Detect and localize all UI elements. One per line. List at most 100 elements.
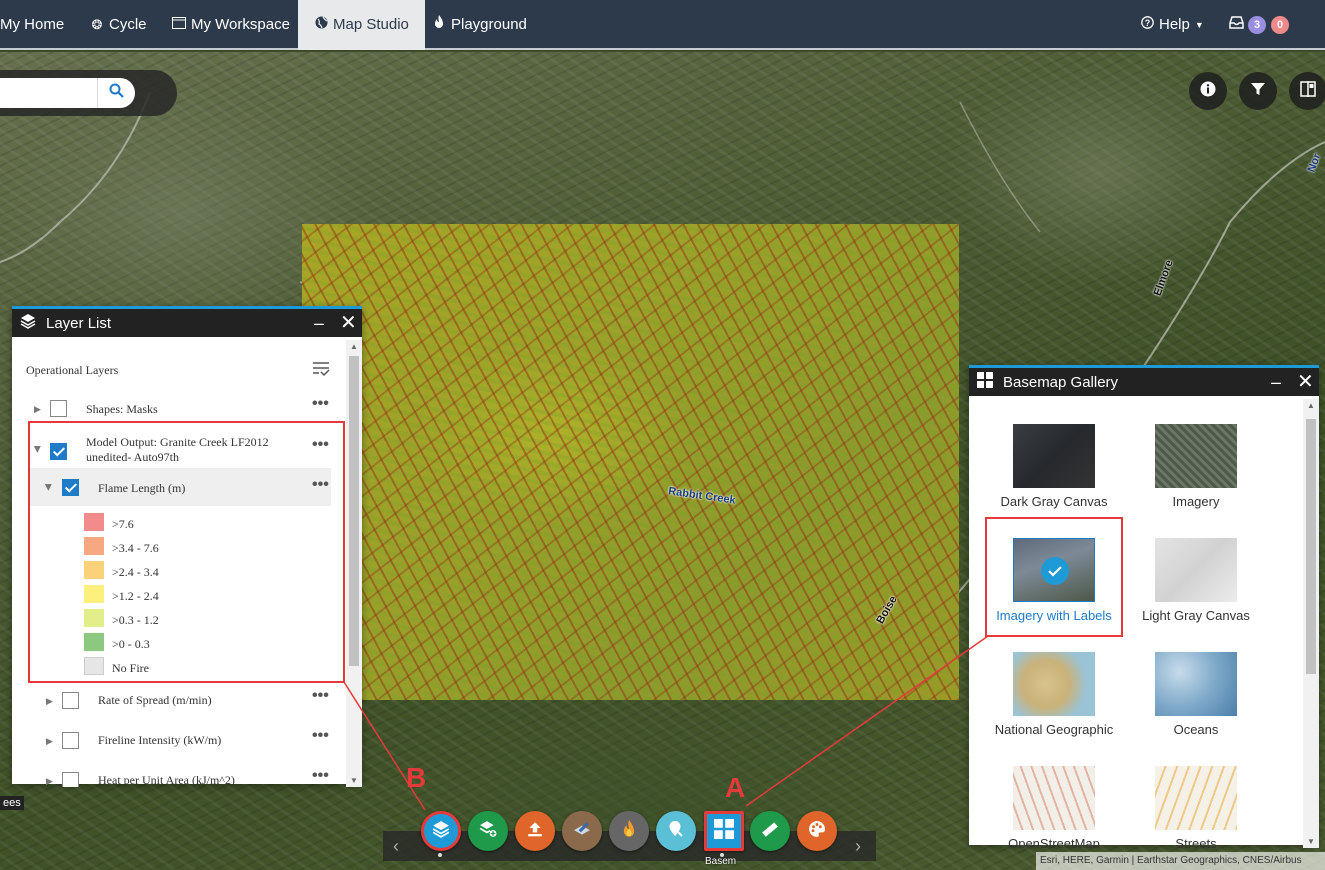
- layer-label: Fireline Intensity (kW/m): [98, 733, 222, 747]
- basemap-scrollbar[interactable]: ▲ ▼: [1303, 399, 1319, 848]
- minimize-button[interactable]: –: [1271, 368, 1281, 396]
- inbox-badge-purple: 3: [1248, 16, 1266, 34]
- help-label: Help: [1159, 16, 1190, 33]
- callout-letter-b: B: [406, 762, 427, 793]
- svg-text:?: ?: [1144, 18, 1150, 28]
- search-icon: [109, 83, 124, 103]
- caret-right-icon[interactable]: ▶: [46, 736, 53, 747]
- search-button[interactable]: [97, 78, 135, 108]
- measure-tool-button[interactable]: [750, 811, 790, 851]
- callout-box-basemap: [985, 517, 1123, 637]
- more-icon[interactable]: •••: [312, 395, 329, 413]
- layer-row-fireline-intensity[interactable]: ▶ Fireline Intensity (kW/m) •••: [12, 727, 346, 754]
- basemap-label: Oceans: [1173, 722, 1219, 737]
- top-nav-bar: My Home ❂ Cycle My Workspace Map Studio …: [0, 0, 1325, 50]
- map-pin-icon: [668, 820, 684, 843]
- basemap-openstreetmap[interactable]: OpenStreetMap: [983, 766, 1125, 848]
- grid-icon: [977, 372, 993, 392]
- nav-playground[interactable]: Playground: [432, 0, 527, 50]
- basemap-national-geographic[interactable]: National Geographic: [983, 652, 1125, 737]
- inbox-badge-red: 0: [1271, 16, 1289, 34]
- layer-label: Heat per Unit Area (kJ/m^2): [98, 773, 235, 787]
- nav-my-workspace[interactable]: My Workspace: [172, 0, 290, 50]
- basemap-gallery-title: Basemap Gallery: [1003, 373, 1119, 391]
- more-icon[interactable]: •••: [312, 767, 329, 785]
- map-tooltip-trees: ees: [0, 796, 24, 810]
- basemap-thumbnail: [1155, 652, 1237, 716]
- upload-tool-button[interactable]: [515, 811, 555, 851]
- layer-checkbox[interactable]: [50, 400, 67, 417]
- inbox-button[interactable]: 3 0: [1229, 0, 1289, 50]
- basemap-thumbnail: [1013, 424, 1095, 488]
- nav-playground-label: Playground: [451, 16, 527, 33]
- active-indicator-dot: [438, 853, 442, 857]
- basemap-label: Imagery: [1172, 494, 1220, 509]
- minimize-button[interactable]: –: [314, 309, 324, 337]
- cycle-icon: ❂: [91, 17, 103, 32]
- palette-tool-button[interactable]: [797, 811, 837, 851]
- layer-row-shapes-masks[interactable]: ▶ Shapes: Masks •••: [12, 395, 346, 422]
- scrollbar-thumb[interactable]: [1306, 419, 1316, 674]
- basemap-dark-gray-canvas[interactable]: Dark Gray Canvas: [983, 424, 1125, 509]
- basemap-streets[interactable]: Streets: [1125, 766, 1267, 848]
- help-menu[interactable]: ? Help ▼: [1140, 0, 1204, 50]
- info-button[interactable]: [1189, 72, 1227, 110]
- nav-my-workspace-label: My Workspace: [191, 16, 290, 33]
- inbox-icon: [1229, 0, 1244, 50]
- basemap-thumbnail: [1013, 766, 1095, 830]
- close-button[interactable]: ✕: [340, 309, 357, 337]
- nav-map-studio[interactable]: Map Studio: [298, 0, 425, 50]
- layer-list-tool-button[interactable]: [421, 811, 461, 851]
- layer-checkbox[interactable]: [62, 772, 79, 787]
- scroll-up-icon[interactable]: ▲: [350, 342, 358, 351]
- more-icon[interactable]: •••: [312, 687, 329, 705]
- layer-list-scrollbar[interactable]: ▲ ▼: [346, 340, 362, 787]
- close-button[interactable]: ✕: [1297, 368, 1314, 396]
- scroll-down-icon[interactable]: ▼: [1307, 837, 1315, 846]
- fire-model-overlay: [302, 224, 959, 700]
- basemap-gallery-header: Basemap Gallery – ✕: [969, 368, 1319, 396]
- more-icon[interactable]: •••: [312, 727, 329, 745]
- caret-down-icon: ▼: [1194, 20, 1204, 30]
- question-circle-icon: ?: [1140, 0, 1154, 50]
- search-input[interactable]: [0, 78, 97, 108]
- edit-map-icon: [573, 820, 591, 843]
- scrollbar-thumb[interactable]: [349, 356, 359, 666]
- basemap-imagery[interactable]: Imagery: [1125, 424, 1267, 509]
- layer-label: Rate of Spread (m/min): [98, 693, 212, 707]
- basemap-label: Dark Gray Canvas: [1000, 494, 1108, 509]
- basemap-oceans[interactable]: Oceans: [1125, 652, 1267, 737]
- filter-button[interactable]: [1239, 72, 1277, 110]
- add-data-tool-button[interactable]: [468, 811, 508, 851]
- toolbar-prev-icon[interactable]: ‹: [393, 836, 399, 857]
- basemap-thumbnail: [1155, 538, 1237, 602]
- layer-checkbox[interactable]: [62, 732, 79, 749]
- scroll-up-icon[interactable]: ▲: [1307, 401, 1315, 410]
- toolbar-next-icon[interactable]: ›: [855, 836, 861, 857]
- layer-list-header: Layer List – ✕: [12, 309, 362, 337]
- operational-layers-row: Operational Layers: [12, 360, 346, 380]
- edit-tool-button[interactable]: [562, 811, 602, 851]
- ruler-icon: [761, 820, 779, 843]
- layer-row-heat-per-unit-area[interactable]: ▶ Heat per Unit Area (kJ/m^2) •••: [12, 767, 346, 787]
- nav-cycle[interactable]: ❂ Cycle: [90, 0, 147, 50]
- palette-icon: [808, 820, 826, 843]
- caret-right-icon[interactable]: ▶: [46, 696, 53, 707]
- layers-icon: [20, 313, 36, 333]
- caret-right-icon[interactable]: ▶: [34, 404, 41, 415]
- layer-checkbox[interactable]: [62, 692, 79, 709]
- swipe-button[interactable]: [1289, 72, 1325, 110]
- basemap-tool-button[interactable]: [704, 811, 744, 851]
- callout-letter-a: A: [725, 772, 746, 803]
- map-attribution: Esri, HERE, Garmin | Earthstar Geographi…: [1036, 852, 1325, 870]
- caret-right-icon[interactable]: ▶: [46, 776, 53, 787]
- basemap-thumbnail: [1155, 424, 1237, 488]
- location-tool-button[interactable]: [656, 811, 696, 851]
- scroll-down-icon[interactable]: ▼: [350, 776, 358, 785]
- layer-row-rate-of-spread[interactable]: ▶ Rate of Spread (m/min) •••: [12, 687, 346, 714]
- nav-my-home[interactable]: My Home: [0, 0, 64, 50]
- fire-tool-button[interactable]: [609, 811, 649, 851]
- basemap-light-gray-canvas[interactable]: Light Gray Canvas: [1125, 538, 1267, 623]
- upload-icon: [526, 820, 544, 843]
- layer-options-icon[interactable]: [312, 360, 330, 382]
